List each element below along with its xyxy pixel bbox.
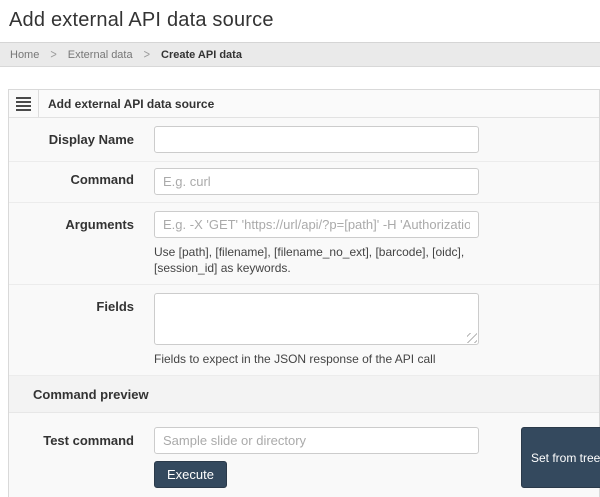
fields-help-text: Fields to expect in the JSON response of… [154,351,479,367]
page-title: Add external API data source [0,0,600,42]
breadcrumb-home-link[interactable]: Home [10,49,39,61]
test-command-input[interactable] [154,427,479,454]
display-name-row: Display Name [9,118,599,162]
test-command-label: Test command [9,424,134,488]
arguments-row: Arguments Use [path], [filename], [filen… [9,203,599,285]
chevron-right-icon: > [144,48,150,62]
hamburger-icon [16,97,31,111]
breadcrumb: Home > External data > Create API data [0,42,600,67]
command-row: Command [9,162,599,203]
create-api-data-panel: Add external API data source Display Nam… [8,89,600,497]
arguments-input[interactable] [154,211,479,238]
test-command-row: Test command Execute Set from treeview [9,413,599,497]
fields-row: Fields Fields to expect in the JSON resp… [9,285,599,376]
display-name-label: Display Name [9,126,134,153]
arguments-label: Arguments [9,211,134,276]
resize-handle-icon[interactable] [467,333,477,343]
display-name-input[interactable] [154,126,479,153]
breadcrumb-external-data-link[interactable]: External data [68,49,133,61]
breadcrumb-current-page: Create API data [161,49,242,61]
panel-title: Add external API data source [39,90,214,117]
panel-header: Add external API data source [9,90,599,118]
arguments-help-text: Use [path], [filename], [filename_no_ext… [154,244,479,276]
menu-toggle-button[interactable] [9,90,39,117]
chevron-right-icon: > [50,48,56,62]
set-from-treeview-button[interactable]: Set from treeview [521,427,600,488]
fields-label: Fields [9,293,134,367]
command-input[interactable] [154,168,479,195]
command-label: Command [9,168,134,195]
execute-button[interactable]: Execute [154,461,227,488]
command-preview-heading: Command preview [9,376,599,413]
fields-textarea[interactable] [154,293,479,345]
